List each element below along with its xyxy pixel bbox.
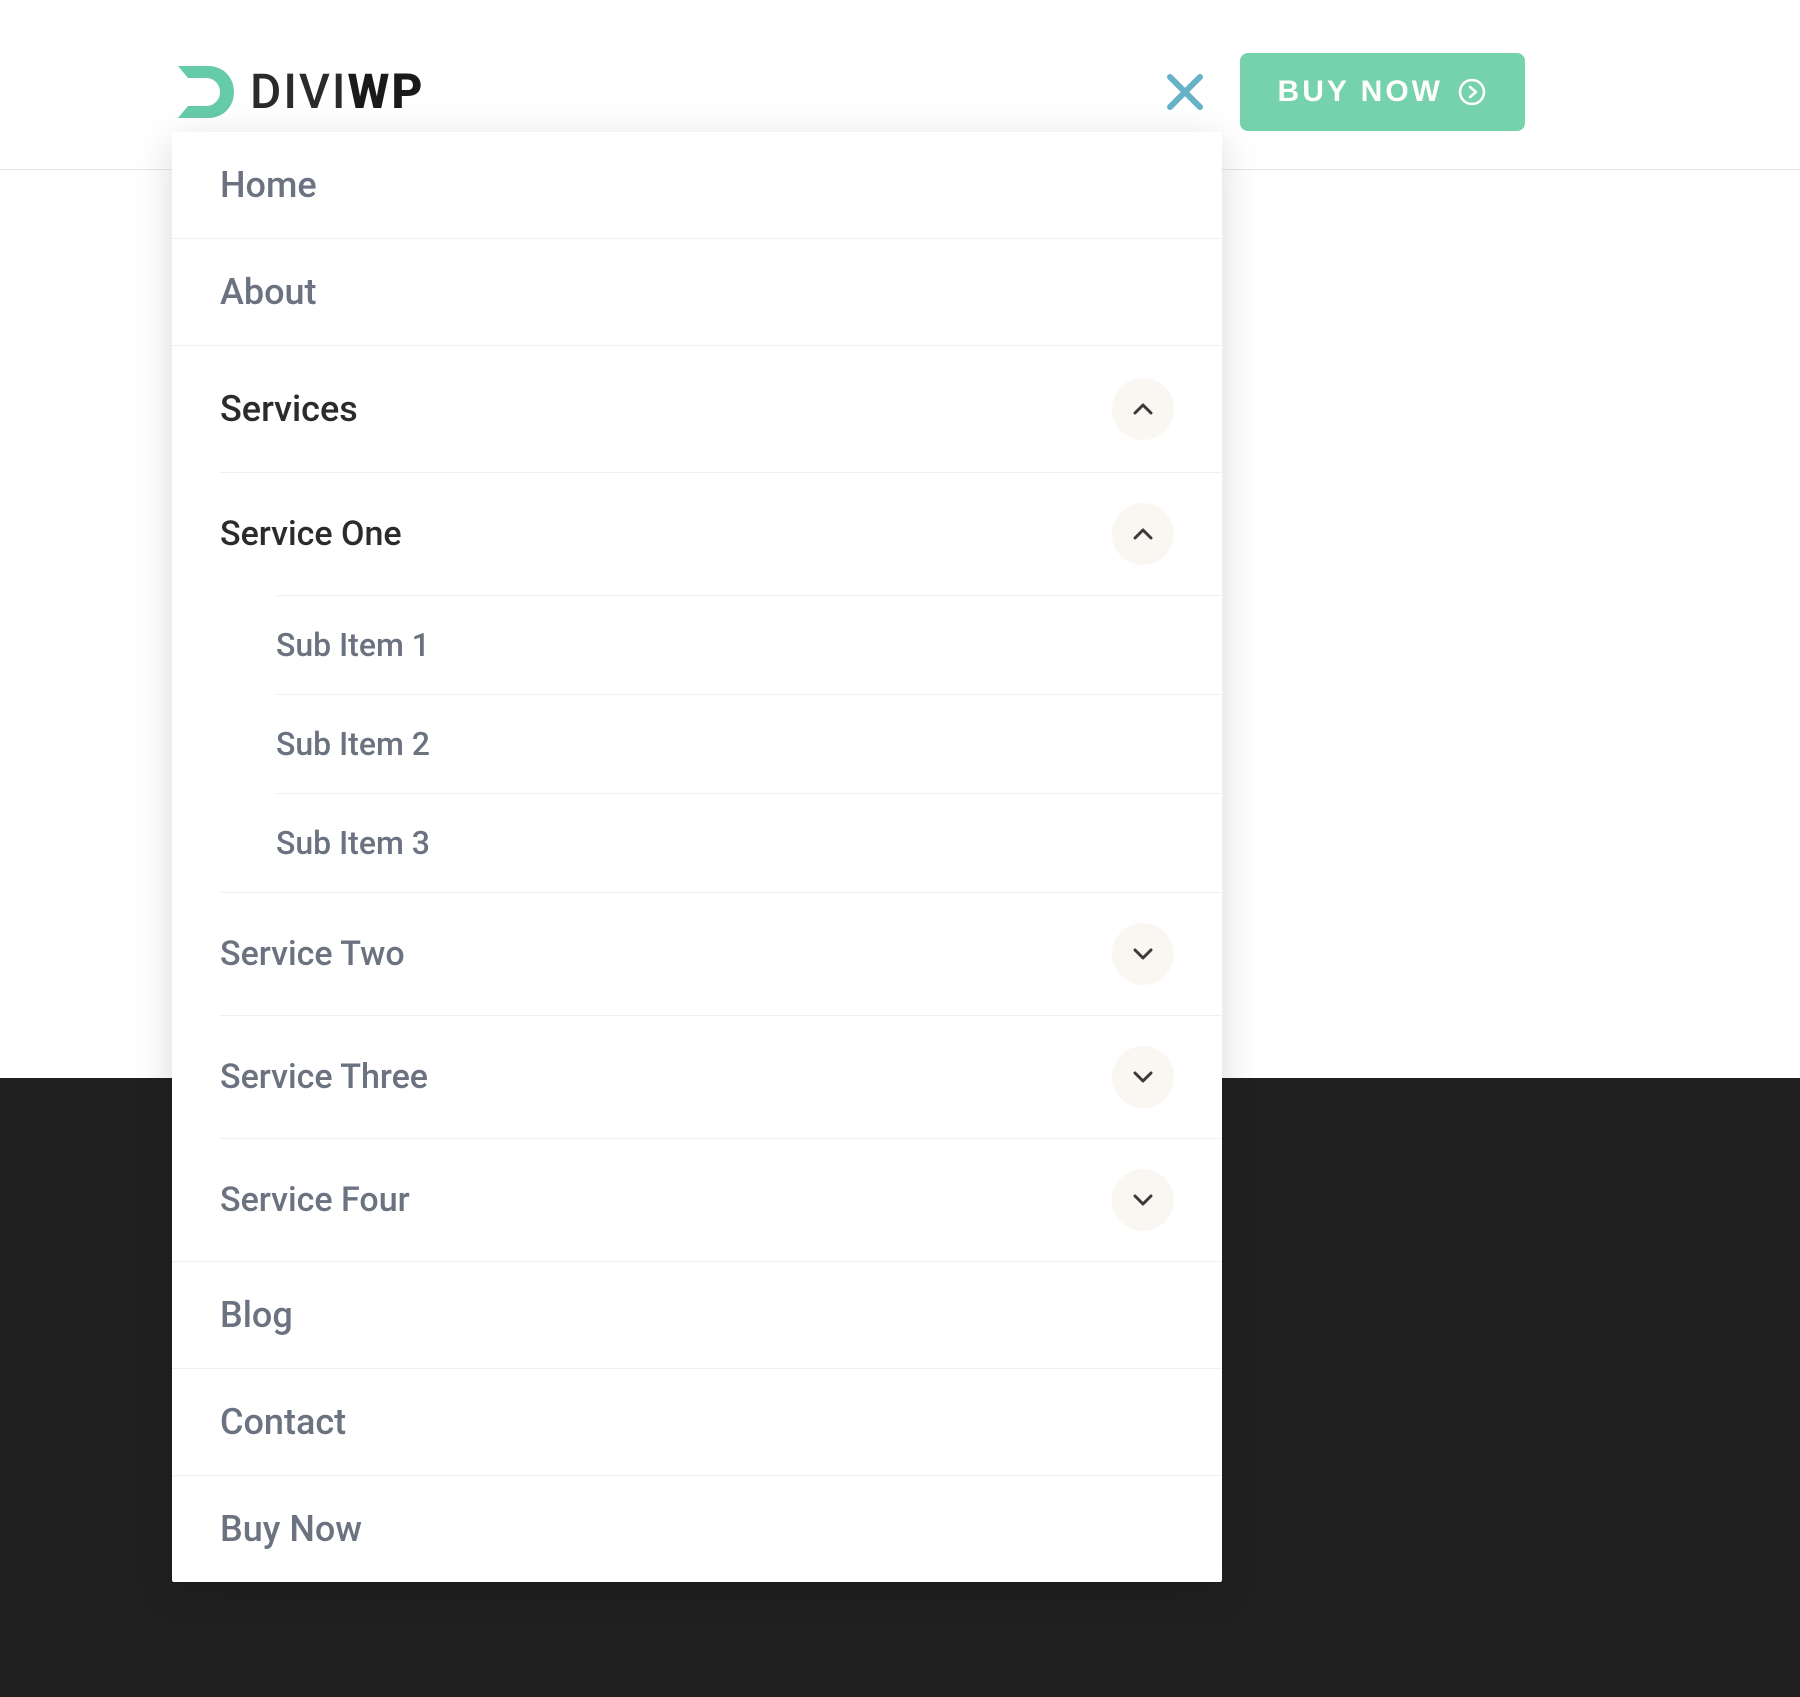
menu-item-buy-now[interactable]: Buy Now bbox=[172, 1476, 1222, 1582]
menu-item-blog[interactable]: Blog bbox=[172, 1262, 1222, 1368]
chevron-down-icon bbox=[1130, 941, 1156, 967]
menu-item-sub-item-3[interactable]: Sub Item 3 bbox=[276, 794, 1222, 892]
menu-item-label: Service One bbox=[220, 514, 402, 554]
expand-toggle-service-four[interactable] bbox=[1112, 1169, 1174, 1231]
menu-item-label: Buy Now bbox=[220, 1508, 362, 1550]
menu-item-label: Sub Item 2 bbox=[276, 725, 430, 763]
menu-item-service-three[interactable]: Service Three bbox=[220, 1016, 1222, 1138]
main-menu-dropdown: Home About Services bbox=[172, 132, 1222, 1582]
menu-item-label: Home bbox=[220, 164, 317, 206]
menu-item-service-four[interactable]: Service Four bbox=[220, 1139, 1222, 1261]
menu-item-label: Services bbox=[220, 388, 358, 430]
menu-item-services[interactable]: Services bbox=[172, 346, 1222, 472]
menu-item-label: Sub Item 3 bbox=[276, 824, 430, 862]
close-menu-button[interactable] bbox=[1160, 67, 1210, 117]
expand-toggle-service-three[interactable] bbox=[1112, 1046, 1174, 1108]
chevron-circle-right-icon bbox=[1457, 77, 1487, 107]
menu-item-about[interactable]: About bbox=[172, 239, 1222, 345]
logo[interactable]: DIVIWP bbox=[170, 56, 424, 128]
menu-item-label: Service Four bbox=[220, 1180, 410, 1220]
menu-item-label: About bbox=[220, 271, 317, 313]
menu-item-home[interactable]: Home bbox=[172, 132, 1222, 238]
chevron-down-icon bbox=[1130, 1064, 1156, 1090]
menu-item-service-one[interactable]: Service One bbox=[220, 473, 1222, 595]
menu-item-label: Blog bbox=[220, 1294, 293, 1336]
service-one-sublist: Sub Item 1 Sub Item 2 Sub Item 3 bbox=[220, 595, 1222, 892]
close-icon bbox=[1164, 71, 1206, 113]
chevron-up-icon bbox=[1130, 521, 1156, 547]
logo-icon bbox=[170, 56, 242, 128]
menu-item-sub-item-1[interactable]: Sub Item 1 bbox=[276, 596, 1222, 694]
chevron-down-icon bbox=[1130, 1187, 1156, 1213]
menu-item-sub-item-2[interactable]: Sub Item 2 bbox=[276, 695, 1222, 793]
menu-item-service-two[interactable]: Service Two bbox=[220, 893, 1222, 1015]
collapse-toggle-services[interactable] bbox=[1112, 378, 1174, 440]
menu-item-label: Service Two bbox=[220, 934, 405, 974]
buy-now-button[interactable]: BUY NOW bbox=[1240, 53, 1525, 131]
expand-toggle-service-two[interactable] bbox=[1112, 923, 1174, 985]
buy-now-label: BUY NOW bbox=[1278, 75, 1443, 109]
menu-item-label: Contact bbox=[220, 1401, 346, 1443]
logo-text: DIVIWP bbox=[250, 63, 424, 120]
services-sublist: Service One bbox=[172, 472, 1222, 1261]
chevron-up-icon bbox=[1130, 396, 1156, 422]
menu-item-contact[interactable]: Contact bbox=[172, 1369, 1222, 1475]
collapse-toggle-service-one[interactable] bbox=[1112, 503, 1174, 565]
menu-item-label: Service Three bbox=[220, 1057, 428, 1097]
menu-item-label: Sub Item 1 bbox=[276, 626, 430, 664]
menu-list: Home About Services bbox=[172, 132, 1222, 1582]
header-actions: BUY NOW bbox=[1160, 53, 1525, 131]
